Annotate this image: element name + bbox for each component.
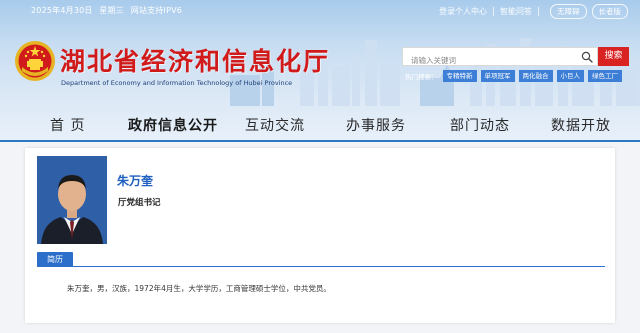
date-info: 2025年4月30日 星期三 网站支持IPV6 <box>31 5 186 16</box>
site-title[interactable]: 湖北省经济和信息化厅 <box>60 42 330 78</box>
hot-tag[interactable]: 单项冠军 <box>480 70 515 82</box>
hot-search-bar: 热门搜索： 专精特新 单项冠军 两化融合 小巨人 绿色工厂 <box>405 70 626 82</box>
smart-qa-link[interactable]: 智能问答 <box>500 6 532 17</box>
hot-tag[interactable]: 小巨人 <box>556 70 584 82</box>
current-weekday: 星期三 <box>99 6 124 15</box>
hot-tag[interactable]: 两化融合 <box>518 70 553 82</box>
person-name: 朱万奎 <box>117 174 154 188</box>
nav-government-info[interactable]: 政府信息公开 <box>128 115 218 135</box>
tab-resume[interactable]: 简历 <box>37 252 73 267</box>
hot-search-label: 热门搜索： <box>405 73 438 81</box>
person-bio: 朱万奎，男，汉族，1972年4月生，大学学历，工商管理硕士学位，中共党员。 <box>67 284 331 293</box>
site-header: 2025年4月30日 星期三 网站支持IPV6 登录个人中心 智能问答 无障碍 … <box>0 0 640 106</box>
person-position: 厅党组书记 <box>118 198 161 208</box>
current-date: 2025年4月30日 <box>31 6 93 15</box>
site-subtitle: Department of Economy and Information Te… <box>61 79 293 87</box>
nav-department-news[interactable]: 部门动态 <box>450 115 510 135</box>
divider <box>538 7 539 16</box>
login-link[interactable]: 登录个人中心 <box>439 6 487 17</box>
accessibility-button[interactable]: 无障碍 <box>550 4 587 19</box>
nav-open-data[interactable]: 数据开放 <box>551 115 611 135</box>
profile-card <box>25 148 615 323</box>
topbar-links: 登录个人中心 智能问答 无障碍 长者版 <box>439 4 628 19</box>
national-emblem-icon[interactable] <box>14 40 56 82</box>
search-input[interactable] <box>403 52 597 69</box>
search-box <box>402 47 598 69</box>
top-utility-bar: 2025年4月30日 星期三 网站支持IPV6 登录个人中心 智能问答 无障碍 … <box>0 0 640 22</box>
search-button[interactable]: 搜索 <box>598 47 629 66</box>
nav-services[interactable]: 办事服务 <box>346 115 406 135</box>
elderly-mode-button[interactable]: 长者版 <box>591 4 628 19</box>
person-photo <box>37 156 107 244</box>
hot-tag[interactable]: 专精特新 <box>442 70 477 82</box>
search-icon[interactable] <box>581 51 593 63</box>
hot-tag[interactable]: 绿色工厂 <box>588 70 622 82</box>
main-nav: 首 页 政府信息公开 互动交流 办事服务 部门动态 数据开放 <box>0 106 640 142</box>
divider <box>493 7 494 16</box>
ipv6-notice: 网站支持IPV6 <box>130 6 183 15</box>
nav-interaction[interactable]: 互动交流 <box>245 115 305 135</box>
tab-divider <box>37 266 605 267</box>
nav-home[interactable]: 首 页 <box>50 115 85 135</box>
